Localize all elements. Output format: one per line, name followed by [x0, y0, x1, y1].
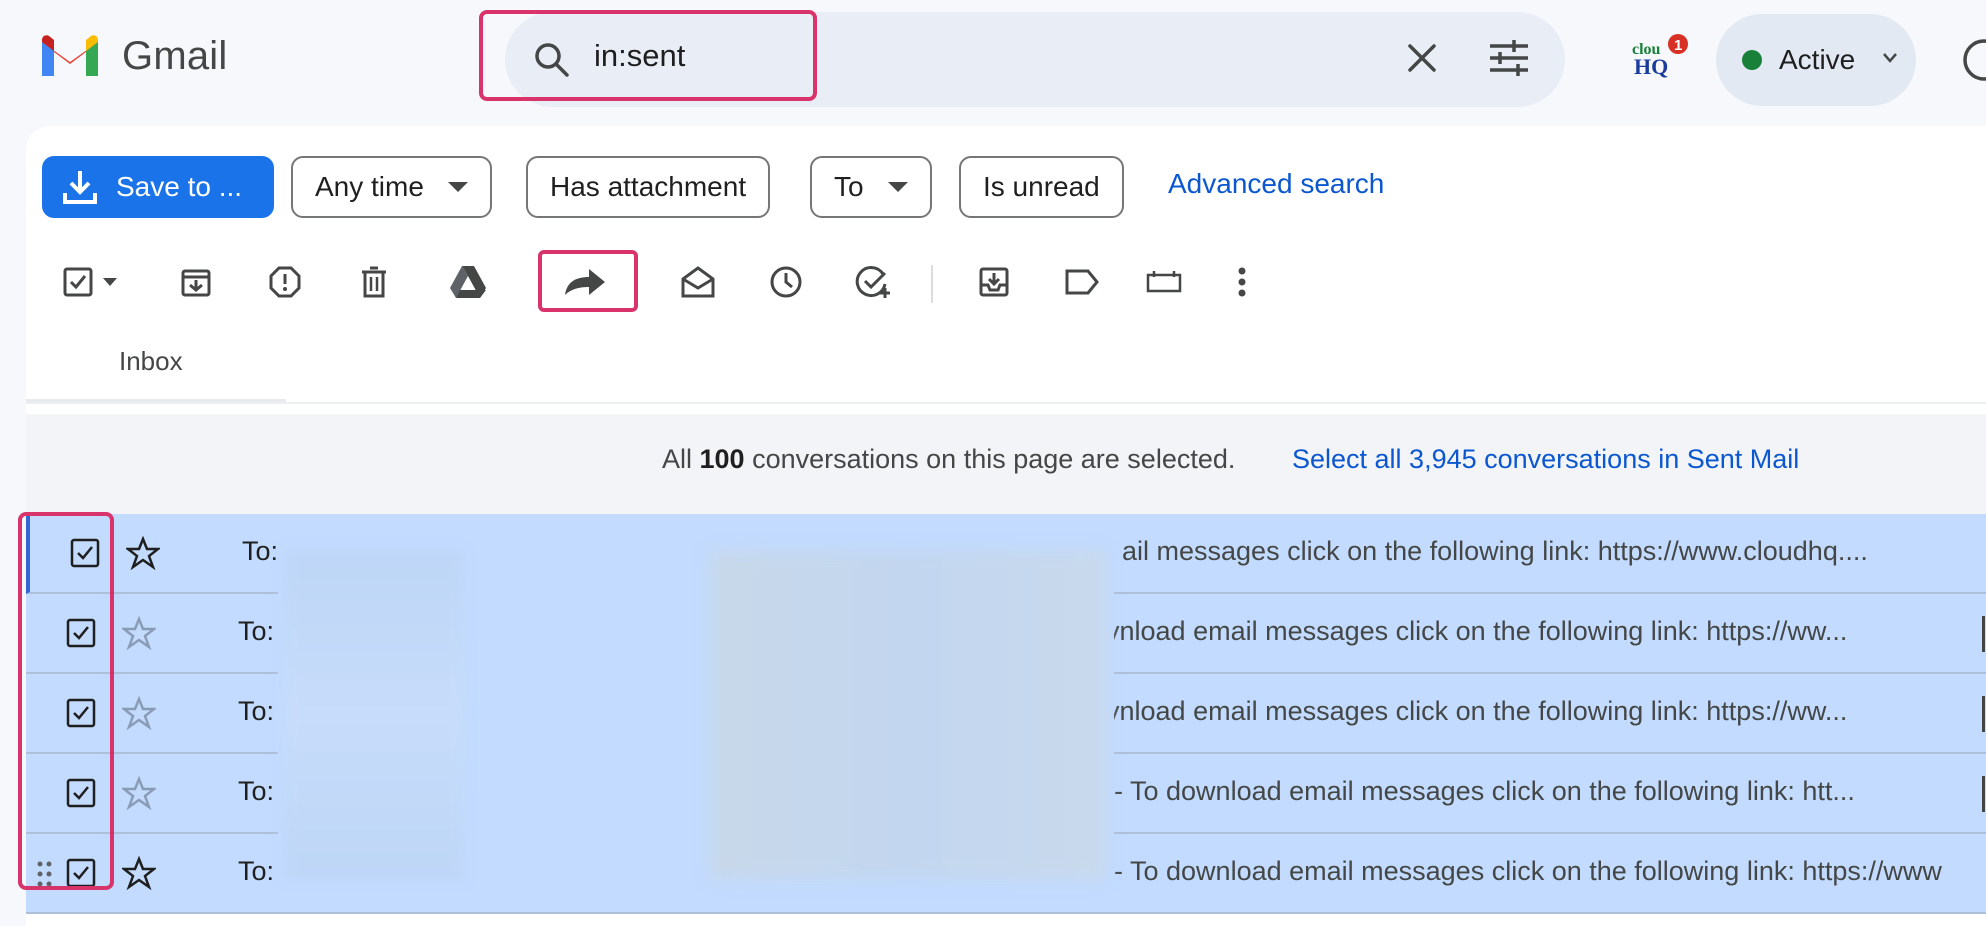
snooze-icon[interactable]: [766, 262, 806, 302]
email-snippet: - To download email messages click on th…: [1114, 776, 1855, 806]
status-dot: [1742, 50, 1762, 70]
search-icon[interactable]: [532, 40, 572, 80]
caret-down-icon: [887, 182, 908, 192]
star-icon[interactable]: [126, 536, 160, 570]
star-icon[interactable]: [122, 696, 156, 730]
row-edge-mark: [1982, 616, 1985, 652]
save-to-label: Save to ...: [116, 171, 243, 202]
select-all-conversations-link[interactable]: Select all 3,945 conversations in Sent M…: [1292, 444, 1799, 475]
row-edge-mark: [1982, 696, 1985, 732]
forward-icon[interactable]: [552, 262, 616, 302]
cloudhq-brand-bottom: HQ: [1634, 54, 1668, 79]
any-time-label: Any time: [315, 171, 424, 202]
star-icon[interactable]: [122, 856, 156, 890]
gmail-wordmark: Gmail: [122, 34, 228, 78]
ribbon-icon[interactable]: [1142, 262, 1186, 302]
email-snippet: vnload email messages click on the follo…: [1106, 616, 1848, 646]
tune-icon[interactable]: [1486, 38, 1532, 78]
redacted-subjects: [710, 550, 1106, 880]
search-input[interactable]: in:sent: [594, 38, 685, 74]
row-checkbox-icon[interactable]: [64, 616, 98, 650]
row-checkbox-icon[interactable]: [64, 696, 98, 730]
row-edge-mark: [1982, 776, 1985, 812]
to-chip[interactable]: To: [810, 156, 932, 218]
close-icon[interactable]: [1402, 38, 1442, 78]
recipient-label: To:: [238, 776, 275, 806]
redacted-recipients: [284, 550, 464, 880]
cloudhq-badge: 1: [1674, 37, 1682, 54]
recipient-label: To:: [242, 536, 279, 566]
to-label: To: [834, 171, 864, 202]
chevron-down-icon: [1883, 53, 1897, 63]
advanced-search-link[interactable]: Advanced search: [1168, 168, 1384, 200]
report-spam-icon[interactable]: [265, 262, 305, 302]
row-checkbox-icon[interactable]: [64, 856, 98, 890]
select-dropdown-icon[interactable]: [98, 262, 122, 302]
row-checkbox-icon[interactable]: [64, 776, 98, 810]
save-to-button[interactable]: Save to ...: [42, 156, 274, 218]
move-to-inbox-icon[interactable]: [974, 262, 1014, 302]
email-snippet: ail messages click on the following link…: [1122, 536, 1868, 566]
toolbar-divider: [931, 265, 933, 303]
selection-banner-text: All 100 conversations on this page are s…: [662, 444, 1236, 474]
gmail-logo-icon[interactable]: [38, 32, 102, 80]
any-time-chip[interactable]: Any time: [291, 156, 492, 218]
tab-inbox[interactable]: Inbox: [119, 346, 183, 377]
has-attachment-chip[interactable]: Has attachment: [526, 156, 771, 218]
archive-icon[interactable]: [176, 262, 216, 302]
recipient-label: To:: [238, 856, 275, 886]
google-drive-icon[interactable]: [448, 262, 488, 302]
star-icon[interactable]: [122, 776, 156, 810]
delete-icon[interactable]: [354, 262, 394, 302]
has-attachment-label: Has attachment: [550, 171, 747, 202]
more-icon[interactable]: [1222, 262, 1262, 302]
add-to-tasks-icon[interactable]: [854, 262, 894, 302]
help-icon[interactable]: [1960, 36, 1986, 84]
download-icon: [63, 171, 97, 204]
selected-count: 100: [699, 444, 745, 474]
drag-handle-icon[interactable]: [36, 860, 54, 888]
mark-read-icon[interactable]: [678, 262, 718, 302]
email-snippet: vnload email messages click on the follo…: [1106, 696, 1848, 726]
tabs-divider: [26, 402, 1986, 404]
label-icon[interactable]: [1062, 262, 1102, 302]
select-all-checkbox-icon[interactable]: [58, 262, 98, 302]
caret-down-icon: [447, 182, 468, 192]
star-icon[interactable]: [122, 616, 156, 650]
cloudhq-icon[interactable]: clou HQ 1: [1628, 32, 1694, 80]
email-snippet: - To download email messages click on th…: [1114, 856, 1942, 886]
status-label: Active: [1779, 44, 1856, 75]
recipient-label: To:: [238, 696, 275, 726]
row-checkbox-icon[interactable]: [68, 536, 102, 570]
is-unread-chip[interactable]: Is unread: [959, 156, 1124, 218]
is-unread-label: Is unread: [983, 171, 1100, 202]
recipient-label: To:: [238, 616, 275, 646]
